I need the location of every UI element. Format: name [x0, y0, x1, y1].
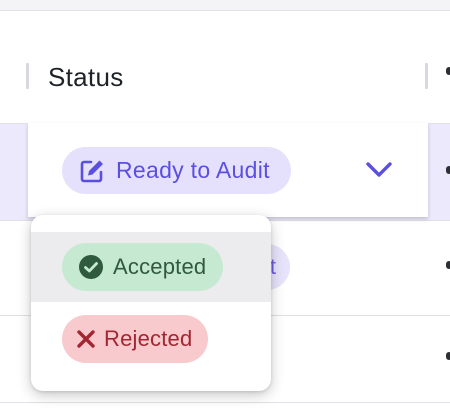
- x-icon: [77, 330, 95, 348]
- next-column-header-edge: [446, 67, 450, 75]
- chevron-down-icon[interactable]: [363, 158, 395, 182]
- table-top-edge: [0, 0, 450, 11]
- check-circle-icon: [79, 255, 103, 279]
- column-resize-handle[interactable]: [26, 63, 29, 89]
- status-dropdown-menu: Accepted Rejected: [31, 215, 271, 391]
- dropdown-option-rejected[interactable]: Rejected: [31, 304, 271, 374]
- rejected-badge: Rejected: [62, 315, 209, 363]
- accepted-badge: Accepted: [62, 243, 224, 291]
- dropdown-option-accepted[interactable]: Accepted: [31, 232, 271, 302]
- option-label: Accepted: [113, 254, 207, 279]
- status-select[interactable]: Ready to Audit: [28, 123, 428, 217]
- next-column-cell-edge: [446, 352, 450, 360]
- status-badge: Ready to Audit: [62, 147, 291, 194]
- option-label: Rejected: [104, 326, 193, 351]
- next-column-cell-edge: [446, 166, 450, 174]
- status-column-header[interactable]: Status: [48, 62, 124, 93]
- column-resize-handle[interactable]: [425, 63, 428, 89]
- table-header-row: Status: [0, 11, 450, 124]
- table-row[interactable]: [0, 403, 450, 420]
- edit-icon: [80, 160, 103, 182]
- status-badge-label: Ready to Audit: [116, 157, 270, 183]
- next-column-cell-edge: [446, 261, 450, 269]
